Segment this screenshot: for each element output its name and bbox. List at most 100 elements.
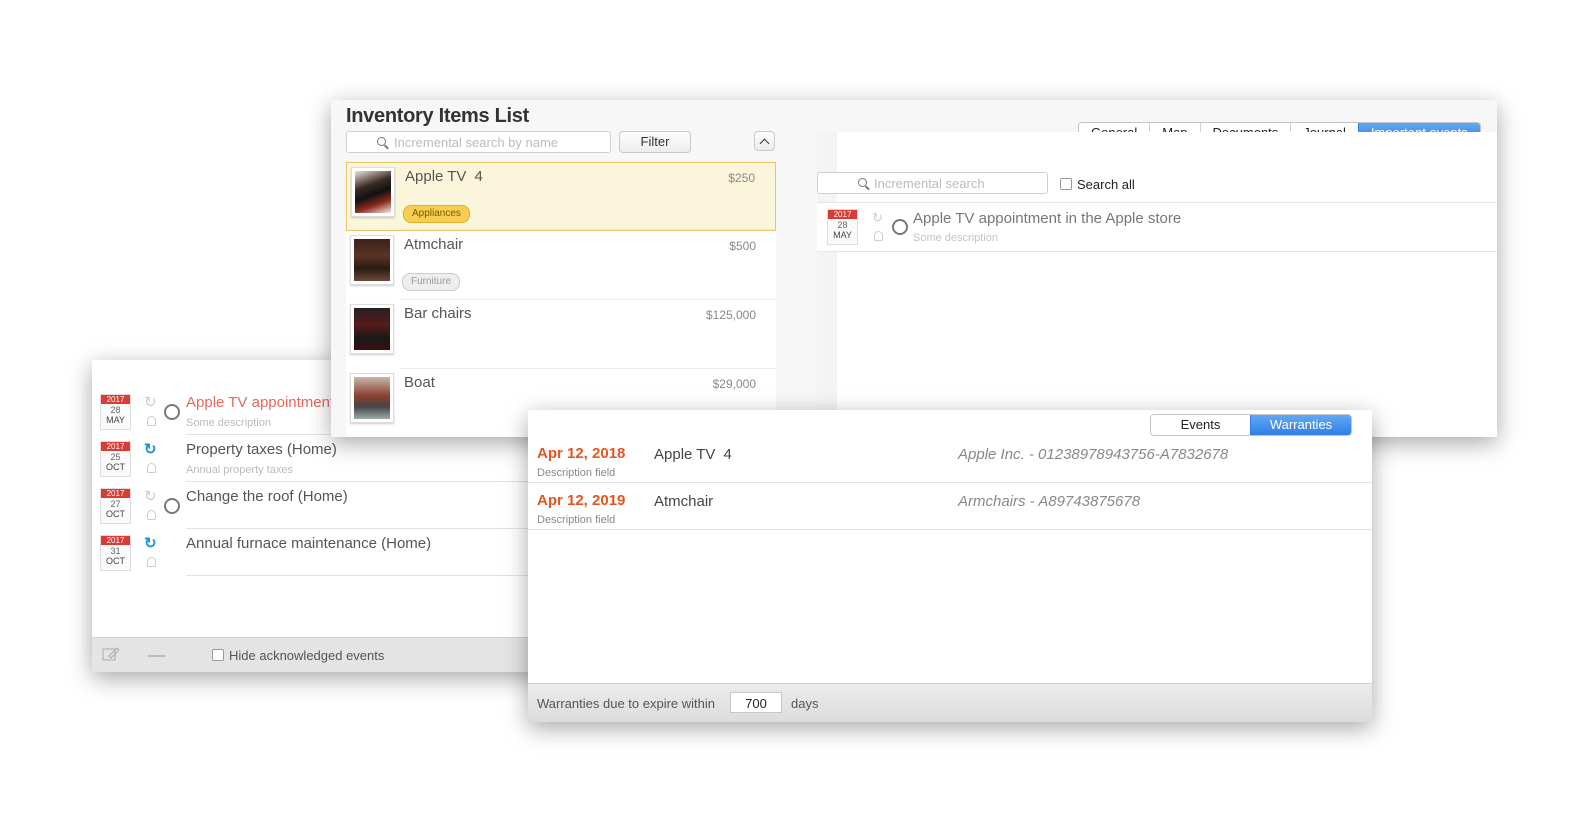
event-row[interactable]: 2017 25 OCT ↻ Property taxes (Home) Annual pr… — [92, 435, 552, 482]
calendar-day: 27 — [110, 499, 121, 509]
warranty-description: Description field — [537, 467, 616, 479]
minus-icon[interactable] — [148, 655, 165, 657]
calendar-year: 2017 — [101, 489, 130, 498]
repeat-icon: ↻ — [144, 441, 157, 458]
acknowledge-radio[interactable] — [892, 219, 908, 235]
bell-icon — [147, 416, 156, 426]
filter-button[interactable]: Filter — [619, 131, 691, 153]
repeat-icon: ↻ — [872, 210, 883, 225]
bell-icon — [874, 231, 883, 241]
events-bottom-bar: Hide acknowledged events — [92, 637, 552, 672]
warranty-row[interactable]: Apr 12, 2018 Description field Apple TV 4 Ap… — [528, 436, 1372, 483]
list-item[interactable]: Bar chairs $125,000 — [346, 300, 776, 369]
item-photo — [355, 171, 391, 213]
calendar-month: MAY — [833, 230, 852, 240]
acknowledge-radio[interactable] — [164, 404, 180, 420]
inventory-window: Inventory Items List Incremental search … — [331, 100, 1497, 437]
tab-events[interactable]: Events — [1151, 415, 1250, 435]
warranties-window: Events Warranties Apr 12, 2018 Description… — [528, 410, 1372, 722]
event-title: Apple TV appointment in the Apple store — [913, 210, 1182, 227]
detail-event-row[interactable]: 2017 28 MAY ↻ Apple TV appointment in th… — [817, 202, 1497, 252]
row-divider — [528, 529, 1372, 530]
warranty-info: Apple Inc. - 01238978943756-A7832678 — [958, 446, 1229, 463]
pencil-icon[interactable] — [102, 647, 120, 661]
calendar-icon: 2017 27 OCT — [100, 488, 131, 524]
calendar-year: 2017 — [101, 395, 130, 404]
calendar-month: OCT — [106, 509, 125, 519]
detail-search-input[interactable]: Incremental search — [817, 172, 1048, 194]
category-tag: Appliances — [403, 205, 470, 223]
item-name-text: Boat — [404, 374, 435, 391]
warranty-date: Apr 12, 2019 — [537, 492, 626, 509]
warranty-description: Description field — [537, 514, 616, 526]
collapse-button[interactable] — [754, 131, 775, 151]
bell-icon — [147, 510, 156, 520]
calendar-month: OCT — [106, 462, 125, 472]
days-label: days — [791, 696, 819, 711]
warranty-item-name: Atmchair — [654, 493, 713, 510]
warranty-info: Armchairs - A89743875678 — [958, 493, 1141, 510]
item-thumbnail — [350, 373, 394, 423]
item-thumbnail — [350, 235, 394, 285]
item-thumbnail — [350, 304, 394, 354]
item-name: Boat — [404, 374, 435, 391]
search-icon — [858, 178, 867, 187]
list-item[interactable]: Apple TV 4 $250 Appliances — [346, 162, 776, 231]
item-price: $500 — [729, 239, 756, 253]
calendar-icon: 2017 25 OCT — [100, 441, 131, 477]
event-description: Some description — [913, 232, 998, 244]
warranty-row[interactable]: Apr 12, 2019 Description field Atmchair Arm… — [528, 483, 1372, 530]
repeat-icon: ↻ — [144, 488, 157, 505]
search-placeholder: Incremental search by name — [394, 135, 559, 150]
warranty-item-suffix: 4 — [723, 446, 732, 463]
expire-label: Warranties due to expire within — [537, 696, 715, 711]
warranties-bottom-bar: Warranties due to expire within 700 days — [528, 683, 1372, 722]
calendar-day: 25 — [110, 452, 121, 462]
calendar-month: MAY — [106, 415, 125, 425]
item-photo — [354, 308, 390, 350]
repeat-icon: ↻ — [144, 394, 157, 411]
tab-warranties[interactable]: Warranties — [1250, 415, 1351, 435]
item-price: $125,000 — [705, 308, 756, 322]
calendar-year: 2017 — [101, 442, 130, 451]
item-name-text: Bar chairs — [404, 305, 472, 322]
search-input[interactable]: Incremental search by name — [346, 131, 611, 153]
hide-acknowledged-checkbox[interactable] — [212, 649, 224, 661]
event-title: Apple TV appointment — [186, 394, 335, 411]
event-row[interactable]: 2017 31 OCT ↻ Annual furnace maintenance (Ho… — [92, 529, 552, 576]
calendar-year: 2017 — [101, 536, 130, 545]
search-all-checkbox[interactable] — [1060, 178, 1072, 190]
row-divider — [186, 575, 552, 576]
item-name: Apple TV 4 — [405, 168, 483, 185]
category-tag: Furniture — [402, 273, 461, 291]
warranty-item-text: Apple TV — [654, 446, 716, 463]
event-row[interactable]: 2017 27 OCT ↻ Change the roof (Home) — [92, 482, 552, 529]
warranty-item-text: Atmchair — [654, 493, 714, 510]
event-description: Annual property taxes — [186, 464, 294, 476]
item-name-text: Apple TV — [405, 168, 467, 185]
item-name: Bar chairs — [404, 305, 472, 322]
warranty-date: Apr 12, 2018 — [537, 445, 626, 462]
calendar-day: 28 — [837, 220, 848, 230]
acknowledge-radio[interactable] — [164, 498, 180, 514]
event-title: Annual furnace maintenance (Home) — [186, 535, 432, 552]
list-item[interactable]: Atmchair $500 Furniture — [346, 231, 776, 300]
event-title: Property taxes (Home) — [186, 441, 337, 458]
search-icon — [377, 137, 386, 146]
page-title: Inventory Items List — [346, 105, 529, 127]
calendar-day: 28 — [110, 405, 121, 415]
chevron-up-icon — [759, 138, 770, 149]
repeat-icon: ↻ — [144, 535, 157, 552]
expire-days-input[interactable]: 700 — [730, 692, 782, 713]
event-title: Change the roof (Home) — [186, 488, 348, 505]
calendar-icon: 2017 28 MAY — [100, 394, 131, 430]
calendar-year: 2017 — [828, 210, 857, 219]
detail-panel: Incremental search Search all 2017 28 MA… — [817, 132, 1497, 437]
item-name-text: Atmchair — [404, 236, 464, 253]
calendar-day: 31 — [110, 546, 121, 556]
search-all-label: Search all — [1077, 177, 1135, 192]
row-divider — [402, 229, 775, 230]
calendar-icon: 2017 28 MAY — [827, 209, 858, 245]
warranty-tabs: Events Warranties — [1150, 414, 1352, 436]
calendar-icon: 2017 31 OCT — [100, 535, 131, 571]
